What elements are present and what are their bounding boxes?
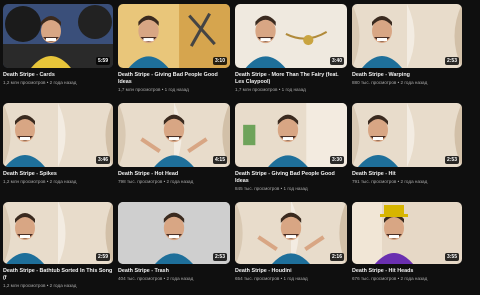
- video-age: 2 года назад: [400, 80, 428, 85]
- video-duration: 5:59: [95, 57, 110, 65]
- video-card[interactable]: 2:53 Death Stripe - Warping 880 тыс. просм…: [352, 4, 462, 103]
- video-age: 1 год назад: [283, 186, 308, 191]
- video-thumbnail[interactable]: 3:55: [352, 202, 462, 264]
- video-age: 1 год назад: [281, 87, 306, 92]
- video-thumbnail[interactable]: 3:30: [235, 103, 347, 167]
- video-thumbnail[interactable]: 5:59: [3, 4, 113, 68]
- video-meta: 845 тыс. просмотров • 1 год назад: [235, 186, 347, 192]
- video-meta: 404 тыс. просмотров • 2 года назад: [118, 276, 230, 282]
- video-title[interactable]: Death Stripe - Hit Heads: [352, 268, 462, 275]
- video-meta: 1,2 млн просмотров • 2 года назад: [3, 283, 113, 289]
- video-age: 2 года назад: [49, 80, 77, 85]
- video-card[interactable]: 3:46 Death Stripe - Spikes 1,2 млн просмот…: [3, 103, 113, 202]
- video-duration: 4:15: [212, 156, 227, 164]
- video-title[interactable]: Death Stripe - Spikes: [3, 171, 113, 178]
- video-card[interactable]: 4:15 Death Stripe - Hot Head 798 тыс. прос…: [118, 103, 230, 202]
- video-duration: 2:59: [95, 253, 110, 261]
- video-age: 2 года назад: [166, 276, 194, 281]
- video-meta: 1,2 млн просмотров • 2 года назад: [3, 179, 113, 185]
- video-thumbnail[interactable]: 2:53: [352, 103, 462, 167]
- video-card[interactable]: 2:16 Death Stripe - Houdini 654 тыс. просм…: [235, 202, 347, 295]
- video-card[interactable]: 5:59 Death Stripe - Cards 1,2 млн просмотр…: [3, 4, 113, 103]
- video-age: 2 года назад: [400, 276, 428, 281]
- video-card[interactable]: 3:40 Death Stripe - More Than The Fairy (…: [235, 4, 347, 103]
- video-thumbnail[interactable]: 2:59: [3, 202, 113, 264]
- video-duration: 3:55: [444, 253, 459, 261]
- video-title[interactable]: Death Stripe - Giving Bad People Good Id…: [235, 171, 347, 185]
- video-duration: 3:46: [95, 156, 110, 164]
- video-title[interactable]: Death Stripe - More Than The Fairy (feat…: [235, 72, 347, 86]
- video-age: 1 год назад: [283, 276, 308, 281]
- video-views: 1,7 млн просмотров: [118, 87, 161, 92]
- video-age: 2 года назад: [49, 283, 77, 288]
- video-title[interactable]: Death Stripe - Hot Head: [118, 171, 230, 178]
- video-meta: 1,7 млн просмотров • 1 год назад: [118, 87, 230, 93]
- video-duration: 3:10: [212, 57, 227, 65]
- video-thumbnail[interactable]: 2:53: [118, 202, 230, 264]
- video-meta: 654 тыс. просмотров • 1 год назад: [235, 276, 347, 282]
- video-card[interactable]: 3:30 Death Stripe - Giving Bad People Goo…: [235, 103, 347, 202]
- video-views: 654 тыс. просмотров: [235, 276, 280, 281]
- video-grid: 5:59 Death Stripe - Cards 1,2 млн просмотр…: [0, 0, 480, 291]
- video-age: 2 года назад: [400, 179, 428, 184]
- video-thumbnail[interactable]: 2:53: [352, 4, 462, 68]
- video-card[interactable]: 3:55 Death Stripe - Hit Heads 676 тыс. про…: [352, 202, 462, 295]
- video-duration: 3:30: [329, 156, 344, 164]
- video-meta: 791 тыс. просмотров • 2 года назад: [352, 179, 462, 185]
- video-meta: 1,2 млн просмотров • 2 года назад: [3, 80, 113, 86]
- video-duration: 2:53: [444, 156, 459, 164]
- video-title[interactable]: Death Stripe - Cards: [3, 72, 113, 79]
- video-card[interactable]: 2:53 Death Stripe - Trash 404 тыс. просмот…: [118, 202, 230, 295]
- video-views: 880 тыс. просмотров: [352, 80, 397, 85]
- video-views: 676 тыс. просмотров: [352, 276, 397, 281]
- video-age: 2 года назад: [49, 179, 77, 184]
- video-duration: 2:53: [212, 253, 227, 261]
- video-title[interactable]: Death Stripe - Bathtub Sorted In This So…: [3, 268, 113, 282]
- video-title[interactable]: Death Stripe - Warping: [352, 72, 462, 79]
- video-thumbnail[interactable]: 4:15: [118, 103, 230, 167]
- video-meta: 880 тыс. просмотров • 2 года назад: [352, 80, 462, 86]
- video-duration: 2:53: [444, 57, 459, 65]
- video-age: 1 год назад: [164, 87, 189, 92]
- video-title[interactable]: Death Stripe - Hit: [352, 171, 462, 178]
- video-views: 1,7 млн просмотров: [235, 87, 278, 92]
- video-meta: 1,7 млн просмотров • 1 год назад: [235, 87, 347, 93]
- video-views: 791 тыс. просмотров: [352, 179, 397, 184]
- video-age: 2 года назад: [166, 179, 194, 184]
- video-views: 798 тыс. просмотров: [118, 179, 163, 184]
- video-views: 1,2 млн просмотров: [3, 80, 46, 85]
- video-thumbnail[interactable]: 3:46: [3, 103, 113, 167]
- video-thumbnail[interactable]: 2:16: [235, 202, 347, 264]
- video-views: 404 тыс. просмотров: [118, 276, 163, 281]
- video-duration: 2:16: [329, 253, 344, 261]
- video-views: 845 тыс. просмотров: [235, 186, 280, 191]
- video-views: 1,2 млн просмотров: [3, 283, 46, 288]
- video-views: 1,2 млн просмотров: [3, 179, 46, 184]
- video-title[interactable]: Death Stripe - Giving Bad People Good Id…: [118, 72, 230, 86]
- video-card[interactable]: 3:10 Death Stripe - Giving Bad People Goo…: [118, 4, 230, 103]
- video-card[interactable]: 2:59 Death Stripe - Bathtub Sorted In Thi…: [3, 202, 113, 295]
- video-meta: 798 тыс. просмотров • 2 года назад: [118, 179, 230, 185]
- video-duration: 3:40: [329, 57, 344, 65]
- video-thumbnail[interactable]: 3:40: [235, 4, 347, 68]
- video-title[interactable]: Death Stripe - Trash: [118, 268, 230, 275]
- video-thumbnail[interactable]: 3:10: [118, 4, 230, 68]
- video-meta: 676 тыс. просмотров • 2 года назад: [352, 276, 462, 282]
- video-title[interactable]: Death Stripe - Houdini: [235, 268, 347, 275]
- video-card[interactable]: 2:53 Death Stripe - Hit 791 тыс. просмотро…: [352, 103, 462, 202]
